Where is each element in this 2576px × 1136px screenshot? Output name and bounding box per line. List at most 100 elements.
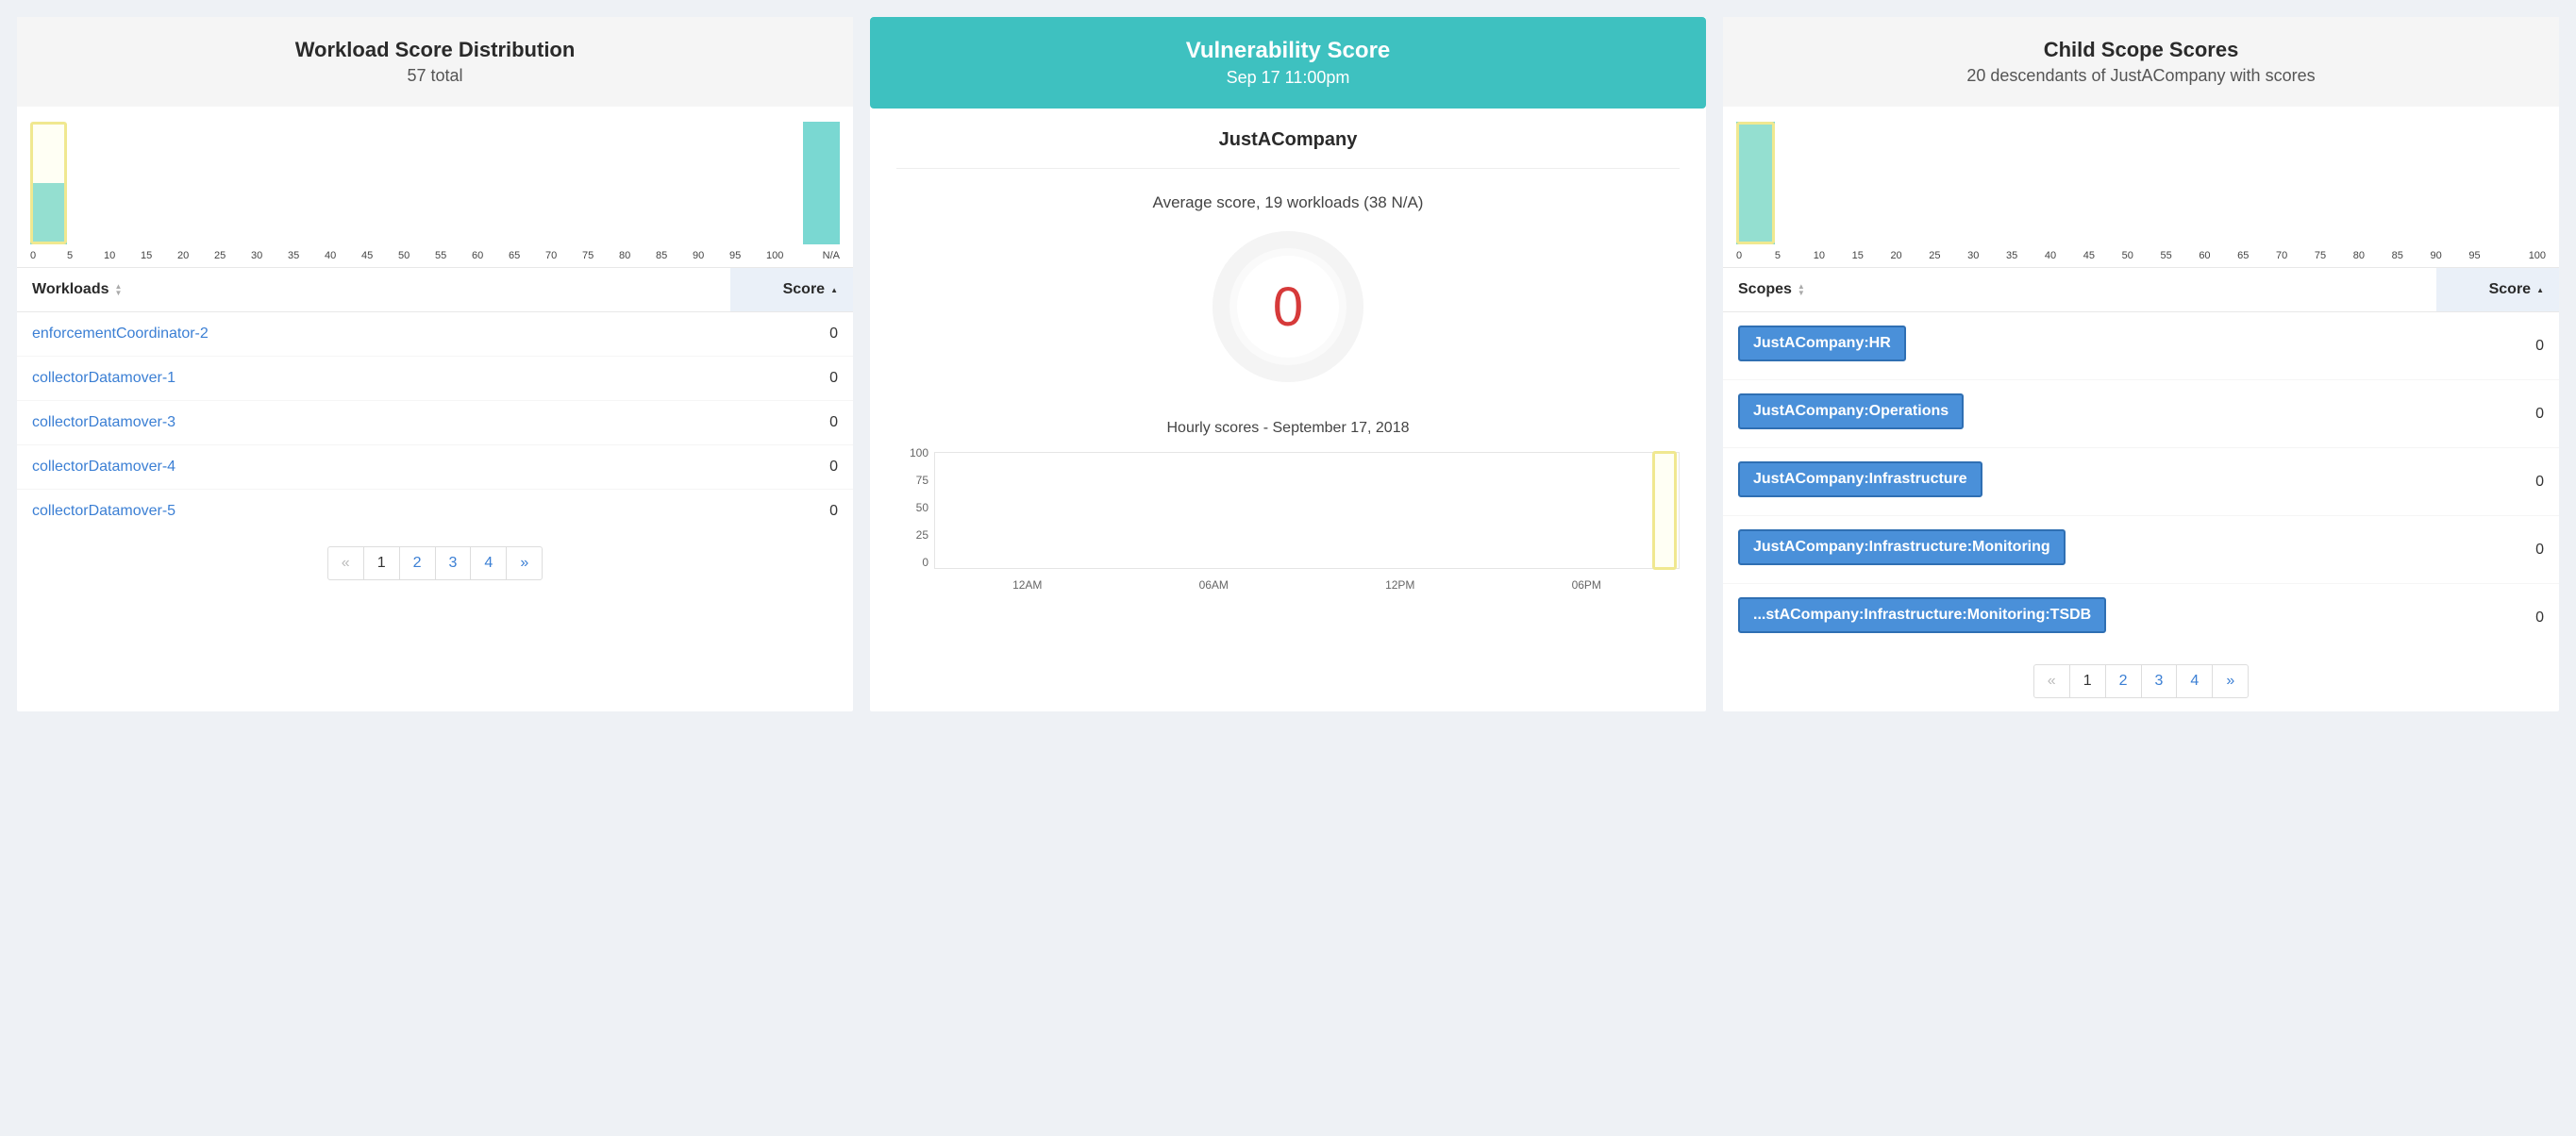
page-button[interactable]: 4	[470, 546, 507, 580]
score-value: 0	[2421, 542, 2544, 559]
histogram-bar[interactable]	[104, 122, 141, 244]
table-row: enforcementCoordinator-20	[17, 312, 853, 357]
page-button[interactable]: »	[2212, 664, 2249, 698]
workload-link[interactable]: collectorDatamover-3	[32, 414, 715, 431]
histogram-x-ticks: 0510152025303540455055606570758085909510…	[30, 250, 840, 261]
histogram-bar[interactable]	[1736, 122, 1775, 244]
histogram-bar[interactable]	[141, 122, 177, 244]
page-button[interactable]: 2	[399, 546, 436, 580]
scope-chip[interactable]: ...stACompany:Infrastructure:Monitoring:…	[1738, 597, 2106, 633]
histogram-bar[interactable]	[656, 122, 693, 244]
page-button[interactable]: 3	[2141, 664, 2178, 698]
workload-histogram[interactable]	[30, 122, 840, 244]
score-ring: 0	[1213, 231, 1363, 382]
histogram-bar[interactable]	[361, 122, 398, 244]
histogram-bar[interactable]	[693, 122, 729, 244]
histogram-bar[interactable]	[2315, 122, 2353, 244]
page-button[interactable]: 3	[435, 546, 472, 580]
histogram-bar[interactable]	[1967, 122, 2006, 244]
histogram-bar[interactable]	[1775, 122, 1814, 244]
workload-link[interactable]: collectorDatamover-1	[32, 370, 715, 387]
big-score-value: 0	[1273, 276, 1303, 339]
histogram-bar[interactable]	[435, 122, 472, 244]
histogram-bar[interactable]	[30, 122, 67, 244]
workload-link[interactable]: enforcementCoordinator-2	[32, 326, 715, 342]
histogram-bar[interactable]	[1890, 122, 1929, 244]
histogram-bar[interactable]	[214, 122, 251, 244]
histogram-bar[interactable]	[2083, 122, 2122, 244]
histogram-bar[interactable]	[582, 122, 619, 244]
histogram-area: 0510152025303540455055606570758085909510…	[17, 107, 853, 267]
histogram-bar[interactable]	[1929, 122, 1967, 244]
column-header-scopes[interactable]: Scopes ▲▼	[1723, 268, 2436, 311]
scope-chip[interactable]: JustACompany:Infrastructure:Monitoring	[1738, 529, 2066, 565]
workload-link[interactable]: collectorDatamover-5	[32, 503, 715, 520]
histogram-bar[interactable]	[2006, 122, 2045, 244]
page-button[interactable]: 4	[2176, 664, 2213, 698]
page-button[interactable]: 2	[2105, 664, 2142, 698]
score-value: 0	[715, 414, 838, 431]
table-row: JustACompany:HR 0	[1723, 312, 2559, 380]
workloads-table-body: enforcementCoordinator-20collectorDatamo…	[17, 312, 853, 533]
average-score-line: Average score, 19 workloads (38 N/A)	[896, 193, 1680, 212]
scope-chip[interactable]: JustACompany:HR	[1738, 326, 1906, 361]
sort-asc-icon: ▲	[2536, 287, 2544, 293]
histogram-bar[interactable]	[67, 122, 104, 244]
column-header-score[interactable]: Score ▲	[2436, 268, 2559, 311]
score-value: 0	[2421, 474, 2544, 491]
histogram-bar[interactable]	[251, 122, 288, 244]
histogram-bar[interactable]	[2199, 122, 2237, 244]
workload-link[interactable]: collectorDatamover-4	[32, 459, 715, 476]
histogram-bar[interactable]	[2353, 122, 2392, 244]
vulnerability-score-panel: Vulnerability Score Sep 17 11:00pm JustA…	[870, 17, 1706, 711]
page-button[interactable]: 1	[2069, 664, 2106, 698]
histogram-bar[interactable]	[2392, 122, 2431, 244]
scope-histogram[interactable]	[1736, 122, 2546, 244]
histogram-bar[interactable]	[2122, 122, 2161, 244]
page-button: «	[327, 546, 364, 580]
histogram-area: 0510152025303540455055606570758085909510…	[1723, 107, 2559, 267]
histogram-bar[interactable]	[545, 122, 582, 244]
histogram-bar[interactable]	[325, 122, 361, 244]
histogram-bar[interactable]	[2160, 122, 2199, 244]
workload-distribution-panel: Workload Score Distribution 57 total 051…	[17, 17, 853, 711]
histogram-bar[interactable]	[1852, 122, 1891, 244]
sort-asc-icon: ▲	[830, 287, 838, 293]
histogram-bar[interactable]	[2507, 122, 2546, 244]
histogram-bar[interactable]	[2237, 122, 2276, 244]
histogram-bar[interactable]	[803, 122, 840, 244]
histogram-bar[interactable]	[177, 122, 214, 244]
histogram-bar[interactable]	[2276, 122, 2315, 244]
score-value: 0	[2421, 406, 2544, 423]
histogram-bar[interactable]	[472, 122, 509, 244]
page-button[interactable]: »	[506, 546, 543, 580]
scope-chip[interactable]: JustACompany:Infrastructure	[1738, 461, 1982, 497]
histogram-bar[interactable]	[288, 122, 325, 244]
page-button: «	[2033, 664, 2070, 698]
score-value: 0	[2421, 338, 2544, 355]
column-label: Score	[783, 281, 825, 298]
histogram-bar[interactable]	[398, 122, 435, 244]
histogram-bar[interactable]	[729, 122, 766, 244]
panel-header: Vulnerability Score Sep 17 11:00pm	[870, 17, 1706, 109]
table-row: JustACompany:Infrastructure:Monitoring 0	[1723, 516, 2559, 584]
page-button[interactable]: 1	[363, 546, 400, 580]
hourly-x-axis: 12AM06AM12PM06PM	[934, 578, 1680, 592]
histogram-bar[interactable]	[619, 122, 656, 244]
scope-name: JustACompany	[896, 129, 1680, 169]
hourly-chart[interactable]: 1007550250 12AM06AM12PM06PM	[896, 446, 1680, 588]
column-header-score[interactable]: Score ▲	[730, 268, 853, 311]
table-row: collectorDatamover-40	[17, 445, 853, 490]
column-header-workloads[interactable]: Workloads ▲▼	[17, 268, 730, 311]
histogram-bar[interactable]	[2430, 122, 2468, 244]
panel-header: Child Scope Scores 20 descendants of Jus…	[1723, 17, 2559, 107]
histogram-bar[interactable]	[509, 122, 545, 244]
histogram-bar[interactable]	[766, 122, 803, 244]
score-value: 0	[2421, 610, 2544, 626]
column-label: Score	[2489, 281, 2531, 298]
histogram-bar[interactable]	[2468, 122, 2507, 244]
histogram-bar[interactable]	[2045, 122, 2083, 244]
scope-chip[interactable]: JustACompany:Operations	[1738, 393, 1964, 429]
histogram-bar[interactable]	[1814, 122, 1852, 244]
hourly-highlight-marker	[1652, 451, 1677, 570]
